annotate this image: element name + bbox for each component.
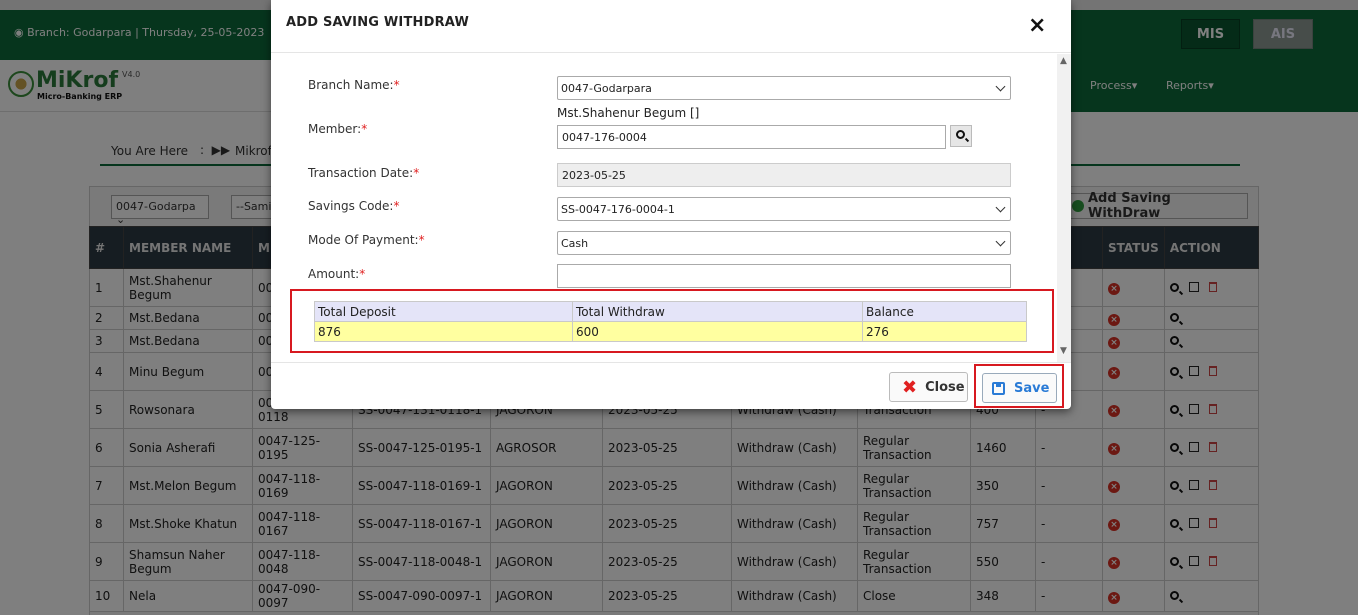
total-withdraw-value: 600 — [572, 321, 863, 342]
branch-name-label-text: Branch Name: — [308, 78, 394, 92]
modal-footer: ✖ Close Save — [271, 362, 1071, 409]
total-deposit-value: 876 — [314, 321, 573, 342]
required-mark: * — [418, 233, 425, 247]
add-saving-withdraw-modal: ADD SAVING WITHDRAW × Branch Name:* 0047… — [271, 0, 1071, 409]
payment-mode-label: Mode Of Payment:* — [308, 233, 425, 247]
summary-header-row: Total Deposit Total Withdraw Balance — [314, 301, 1027, 322]
chevron-down-icon — [995, 202, 1006, 213]
savings-code-value: SS-0047-176-0004-1 — [561, 203, 675, 216]
branch-name-select[interactable]: 0047-Godarpara — [557, 76, 1011, 100]
branch-name-label: Branch Name:* — [308, 78, 400, 92]
required-mark: * — [413, 166, 420, 180]
close-x-icon: ✖ — [902, 376, 918, 398]
transaction-date-label: Transaction Date:* — [308, 166, 419, 180]
savings-code-select[interactable]: SS-0047-176-0004-1 — [557, 197, 1011, 221]
balance-header: Balance — [862, 301, 1027, 322]
member-name-display: Mst.Shahenur Begum [] — [557, 106, 700, 120]
required-mark: * — [359, 267, 366, 281]
balance-value: 276 — [862, 321, 1027, 342]
search-icon — [956, 130, 965, 139]
payment-mode-select[interactable]: Cash — [557, 231, 1011, 255]
summary-highlight: Total Deposit Total Withdraw Balance 876… — [290, 289, 1054, 353]
savings-code-label-text: Savings Code: — [308, 199, 394, 213]
summary-value-row: 876 600 276 — [314, 321, 1027, 342]
modal-body: Branch Name:* 0047-Godarpara Mst.Shahenu… — [271, 54, 1057, 362]
save-button[interactable]: Save — [982, 373, 1057, 403]
save-button-label: Save — [1014, 380, 1050, 396]
chevron-down-icon — [995, 81, 1006, 92]
close-icon[interactable]: × — [1028, 14, 1046, 38]
floppy-disk-icon — [992, 381, 1005, 395]
required-mark: * — [361, 122, 368, 136]
required-mark: * — [393, 199, 400, 213]
save-highlight: Save — [974, 364, 1064, 408]
branch-name-value: 0047-Godarpara — [561, 82, 652, 95]
scroll-down-icon[interactable]: ▼ — [1060, 346, 1067, 356]
member-search-button[interactable] — [950, 125, 972, 147]
close-button-label: Close — [925, 379, 965, 395]
summary-table: Total Deposit Total Withdraw Balance 876… — [314, 301, 1027, 342]
amount-label-text: Amount: — [308, 267, 360, 281]
member-label-text: Member: — [308, 122, 362, 136]
payment-mode-value: Cash — [561, 237, 589, 250]
total-withdraw-header: Total Withdraw — [572, 301, 863, 322]
amount-input[interactable] — [557, 264, 1011, 288]
modal-title: ADD SAVING WITHDRAW — [286, 15, 470, 30]
total-deposit-header: Total Deposit — [314, 301, 573, 322]
chevron-down-icon — [995, 236, 1006, 247]
payment-mode-label-text: Mode Of Payment: — [308, 233, 419, 247]
modal-header: ADD SAVING WITHDRAW × — [271, 0, 1071, 53]
member-code-input[interactable]: 0047-176-0004 — [557, 125, 946, 149]
modal-scrollbar[interactable]: ▲ ▼ — [1057, 54, 1071, 362]
transaction-date-input: 2023-05-25 — [557, 163, 1011, 187]
required-mark: * — [393, 78, 400, 92]
member-label: Member:* — [308, 122, 367, 136]
amount-label: Amount:* — [308, 267, 365, 281]
savings-code-label: Savings Code:* — [308, 199, 399, 213]
close-button[interactable]: ✖ Close — [889, 372, 968, 402]
transaction-date-label-text: Transaction Date: — [308, 166, 414, 180]
scroll-up-icon[interactable]: ▲ — [1060, 56, 1067, 66]
